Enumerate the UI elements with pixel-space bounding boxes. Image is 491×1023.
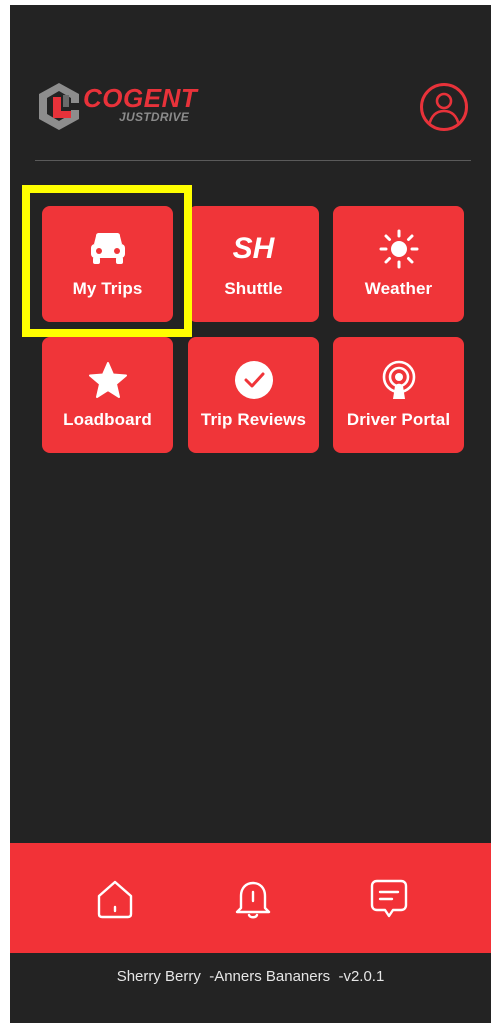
home-icon: [97, 880, 133, 919]
nav-home-button[interactable]: [92, 875, 138, 921]
bell-icon: [235, 881, 271, 919]
app-screen: COGENT JUSTDRIVE My Trips SH Shuttle Wea…: [10, 5, 491, 1023]
profile-button[interactable]: [420, 83, 468, 131]
tile-trip-reviews[interactable]: Trip Reviews: [188, 337, 319, 453]
sun-icon: [379, 229, 418, 269]
podcast-icon: [382, 360, 415, 399]
star-icon: [88, 362, 127, 398]
footer-version: Sherry Berry -Anners Bananers -v2.0.1: [116, 968, 385, 985]
car-icon: [90, 233, 125, 264]
nav-messages-button[interactable]: [366, 875, 412, 921]
message-icon: [370, 879, 408, 918]
brand-tagline: JUSTDRIVE: [119, 110, 190, 124]
brand-logo: COGENT JUSTDRIVE: [35, 81, 225, 135]
tile-shuttle[interactable]: SH Shuttle: [188, 206, 319, 322]
cogent-logo-icon: [39, 83, 79, 130]
tile-label: Trip Reviews: [200, 410, 307, 429]
tile-label: Loadboard: [63, 410, 152, 429]
check-circle-icon: [234, 361, 273, 399]
tile-label: Driver Portal: [346, 410, 451, 429]
user-avatar-icon: [427, 92, 461, 127]
tile-loadboard[interactable]: Loadboard: [42, 337, 173, 453]
sh-text-icon: SH: [232, 232, 275, 265]
brand-name: COGENT: [83, 83, 198, 113]
bottom-nav: [10, 843, 491, 953]
tile-driver-portal[interactable]: Driver Portal: [333, 337, 464, 453]
nav-notifications-button[interactable]: [230, 875, 276, 921]
header-divider: [35, 160, 471, 161]
header: COGENT JUSTDRIVE: [10, 5, 491, 165]
tile-weather[interactable]: Weather: [333, 206, 464, 322]
tile-label: Shuttle: [224, 279, 283, 298]
tile-my-trips[interactable]: My Trips: [42, 206, 173, 322]
tile-label: My Trips: [72, 279, 143, 298]
tile-label: Weather: [364, 279, 433, 298]
